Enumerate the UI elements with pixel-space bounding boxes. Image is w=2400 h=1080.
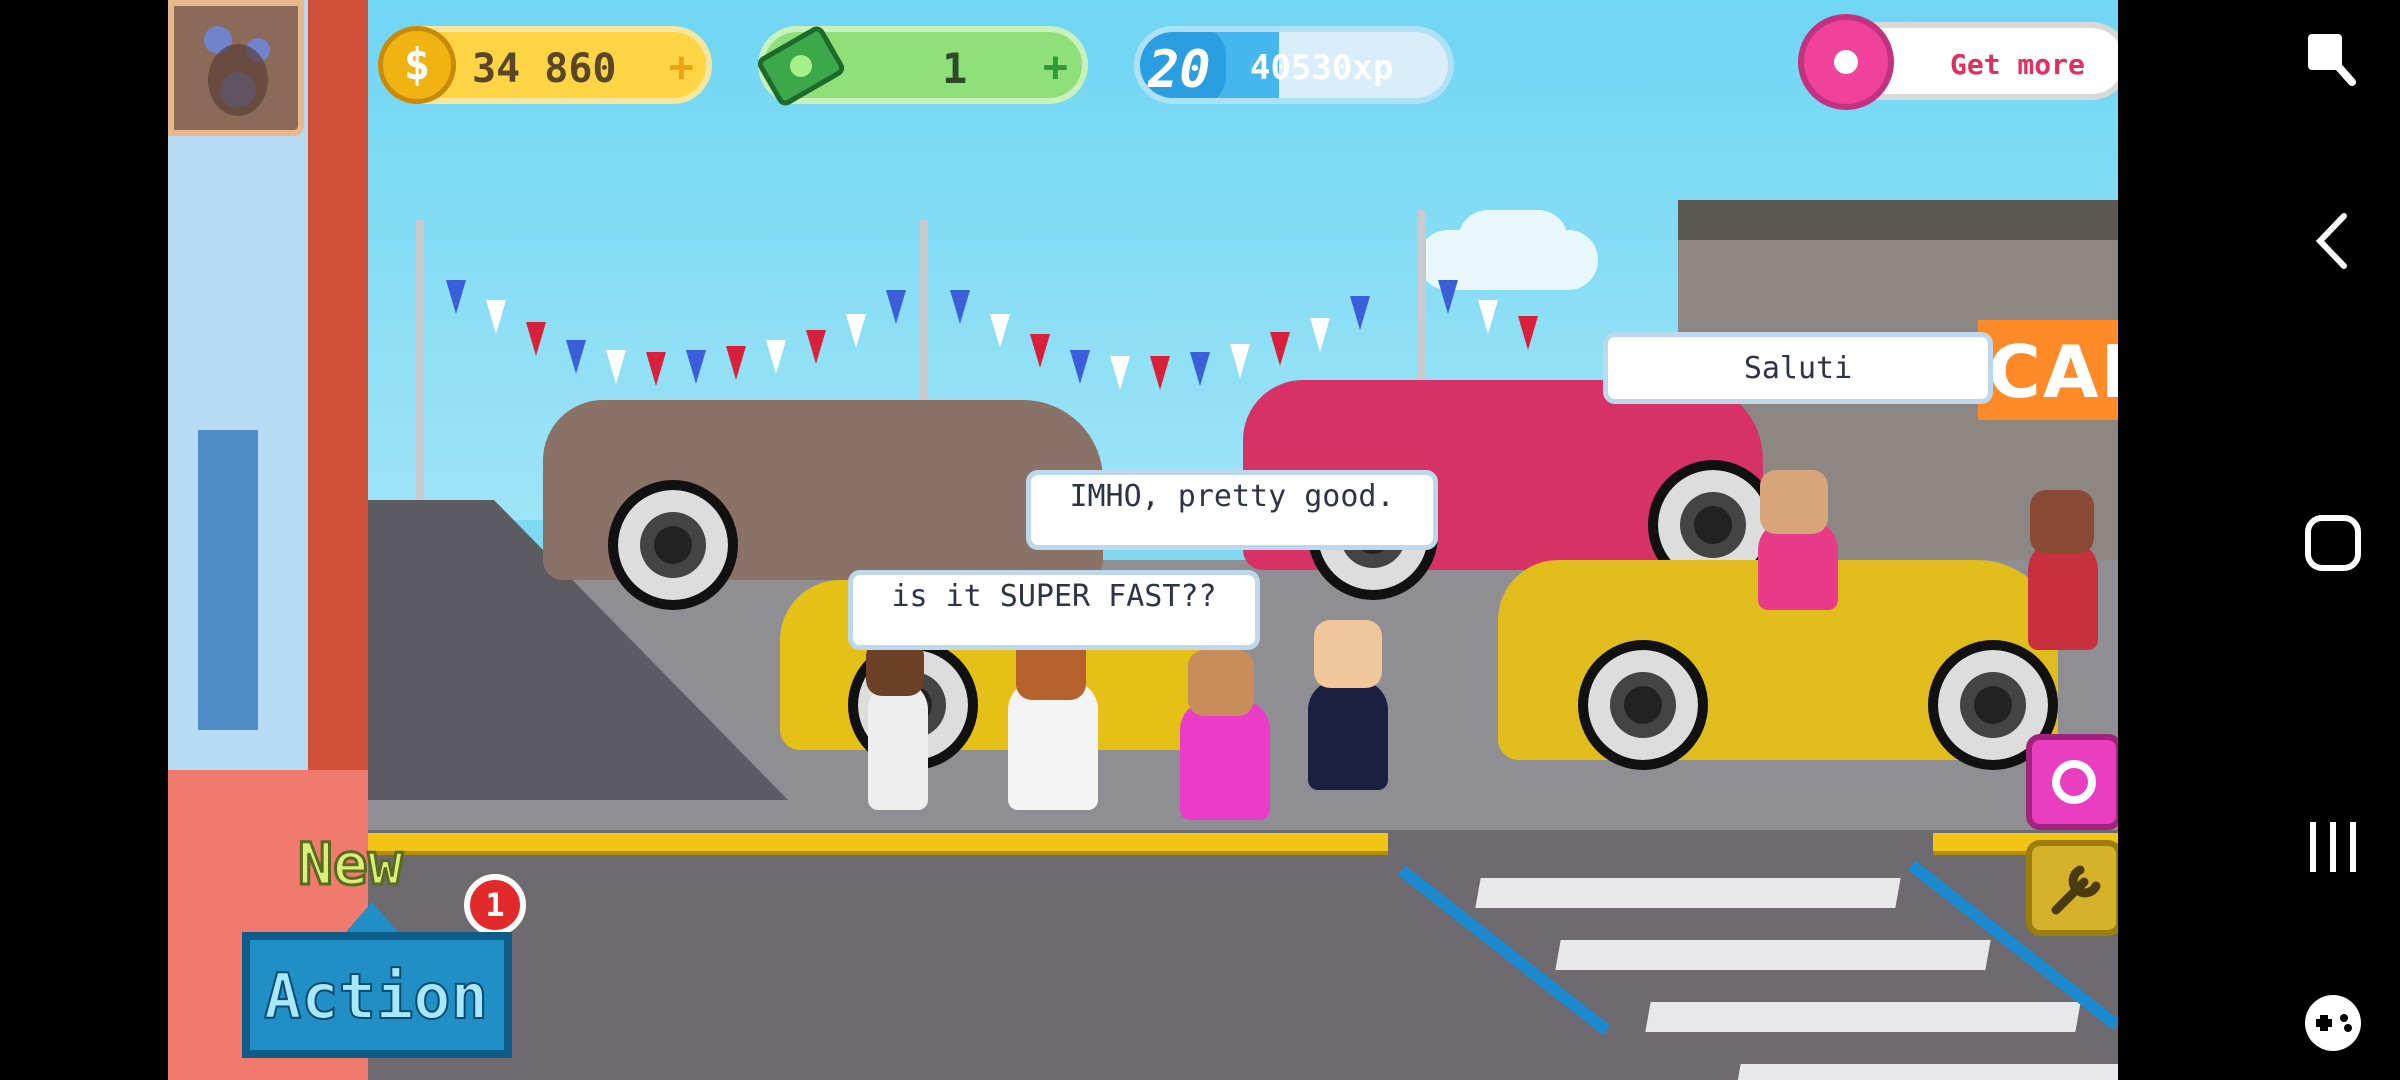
coin-counter[interactable]: $ 34 860 +: [378, 26, 712, 104]
screen-assist-icon[interactable]: [2296, 24, 2366, 94]
flag-pole: [416, 220, 424, 510]
banknote-icon: [757, 26, 845, 106]
game-scene[interactable]: CAR Saluti IMHO, pretty good. is it SUPE…: [168, 0, 2118, 1080]
pennant: [846, 314, 866, 348]
dollar-coin-icon: $: [378, 26, 456, 104]
game-launcher-icon[interactable]: [2298, 988, 2368, 1058]
pennant: [1438, 280, 1458, 314]
profile-avatar-button[interactable]: [168, 0, 304, 136]
action-arrow-icon: [346, 902, 398, 932]
pennant: [1150, 356, 1170, 390]
pennant: [686, 350, 706, 384]
pennant: [1110, 356, 1130, 390]
cash-amount: 1: [942, 44, 968, 93]
pennant: [486, 300, 506, 334]
showroom-roof: [1678, 200, 2118, 240]
recents-icon[interactable]: [2298, 812, 2368, 882]
system-navigation-bar: [2118, 0, 2400, 1080]
pennant: [1070, 350, 1090, 384]
xp-bar[interactable]: 20 40530xp: [1134, 26, 1454, 104]
level-number: 20: [1148, 40, 1211, 100]
character-striped-shirt[interactable]: [868, 680, 928, 810]
settings-wrench-button[interactable]: [2026, 840, 2118, 936]
crosswalk-stripe: [1735, 1064, 2118, 1080]
action-button[interactable]: Action: [242, 932, 512, 1058]
character-blonde-sunglasses[interactable]: [1308, 680, 1388, 790]
xp-amount: 40530xp: [1250, 48, 1394, 88]
character-pink-jacket[interactable]: [1180, 700, 1270, 820]
get-more-label: Get more: [1950, 48, 2085, 81]
wrench-icon: [2051, 865, 2101, 915]
crosswalk-stripe: [1645, 1002, 2081, 1032]
speech-bubble-imho: IMHO, pretty good.: [1026, 470, 1438, 550]
speech-bubble-super-fast: is it SUPER FAST??: [848, 570, 1260, 650]
character-head: [1314, 620, 1382, 688]
plus-icon[interactable]: +: [669, 42, 694, 91]
pennant: [526, 322, 546, 356]
crosswalk-stripe: [1475, 878, 1901, 908]
home-icon[interactable]: [2298, 508, 2368, 578]
coin-amount: 34 860: [472, 46, 617, 92]
notification-badge: 1: [464, 874, 526, 936]
building-wall: [308, 0, 368, 820]
pennant: [1190, 352, 1210, 386]
pennant: [766, 340, 786, 374]
back-icon[interactable]: [2304, 206, 2364, 276]
car-wheel: [608, 480, 738, 610]
donut-icon: [1798, 14, 1894, 110]
pennant: [1478, 300, 1498, 334]
circle-icon: [2052, 760, 2096, 804]
pennant: [446, 280, 466, 314]
pennant: [990, 314, 1010, 348]
left-building: [168, 0, 368, 1080]
character-head: [1188, 650, 1254, 716]
character-head: [1760, 470, 1828, 534]
pennant: [1270, 332, 1290, 366]
pennant: [1518, 316, 1538, 350]
pennant: [566, 340, 586, 374]
showroom-sign-text: CAR: [1988, 330, 2118, 414]
pennant: [806, 330, 826, 364]
avatar-silhouette-icon: [204, 26, 270, 116]
pennant: [950, 290, 970, 324]
pennant: [1030, 334, 1050, 368]
action-label: Action: [263, 959, 489, 1034]
building-window: [198, 430, 258, 730]
camera-button[interactable]: [2026, 734, 2118, 830]
pennant: [726, 346, 746, 380]
pennant: [646, 352, 666, 386]
pennant: [1230, 344, 1250, 378]
cloud: [1458, 210, 1568, 270]
character-red-hair[interactable]: [2028, 540, 2098, 650]
cash-counter[interactable]: 1 +: [757, 26, 1088, 106]
get-more-donuts-button[interactable]: Get more: [1798, 14, 2118, 110]
pennant: [1350, 296, 1370, 330]
pennant: [886, 290, 906, 324]
crosswalk-stripe: [1555, 940, 1991, 970]
car-wheel: [1578, 640, 1708, 770]
pennant: [1310, 318, 1330, 352]
speech-bubble-saluti: Saluti: [1603, 332, 1993, 404]
character-head: [2030, 490, 2094, 554]
plus-icon[interactable]: +: [1043, 42, 1068, 91]
pennant: [606, 350, 626, 384]
new-label: New: [297, 829, 405, 900]
